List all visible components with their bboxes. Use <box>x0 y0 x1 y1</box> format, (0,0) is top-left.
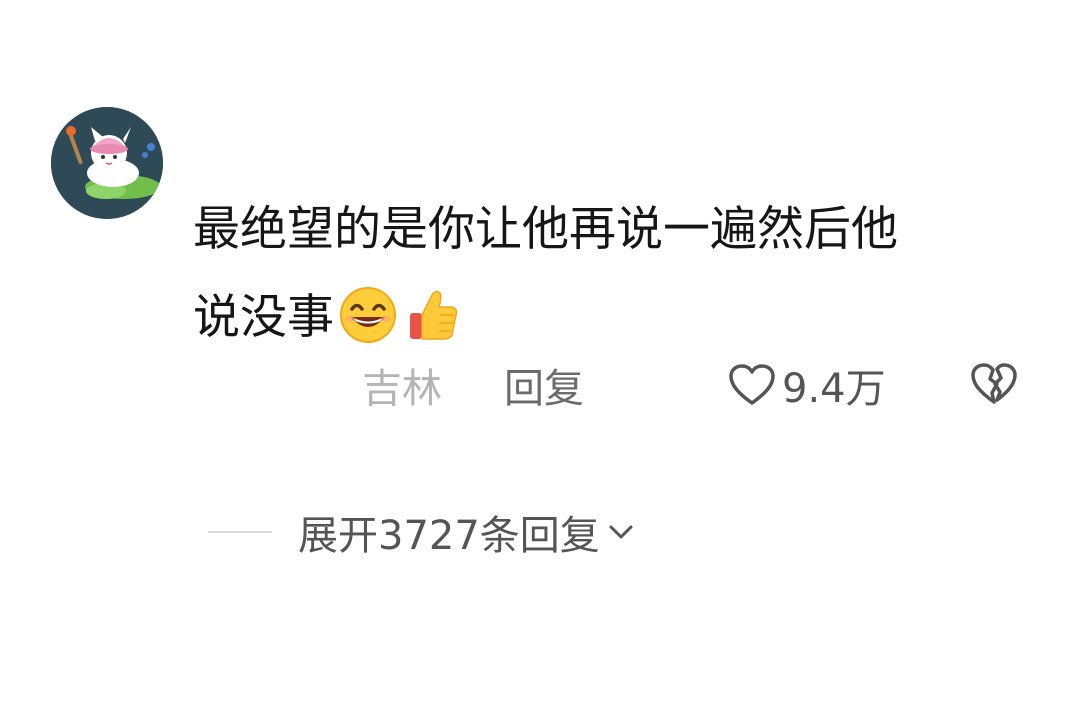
comment-line-1: 最绝望的是你让他再说一遍然后他 <box>193 202 898 257</box>
divider-line <box>208 531 272 533</box>
like-count: 9.4万 <box>782 366 886 412</box>
broken-heart-icon <box>971 363 1017 404</box>
comment-body: 最绝望的是你让他再说一遍然后他 说没事 <box>193 186 1023 374</box>
avatar-image <box>51 107 163 219</box>
comment-line-2: 说没事 <box>193 290 334 345</box>
avatar[interactable] <box>51 107 163 219</box>
expand-replies-label: 展开3727条回复 <box>298 513 600 559</box>
heart-outline-icon <box>729 364 775 405</box>
dislike-button[interactable] <box>970 362 1018 410</box>
like-button[interactable]: 9.4万 <box>728 356 886 414</box>
comment-line-2-wrap: 说没事 <box>193 274 1023 374</box>
comment-item: 最绝望的是你让他再说一遍然后他 说没事 吉林 回复 9.4万 展开3727条回复 <box>0 0 1080 705</box>
chevron-down-icon <box>609 525 633 539</box>
location-label: 吉林 <box>362 366 442 412</box>
expand-replies-button[interactable]: 展开3727条回复 <box>208 503 634 561</box>
reply-button[interactable]: 回复 <box>504 356 584 414</box>
